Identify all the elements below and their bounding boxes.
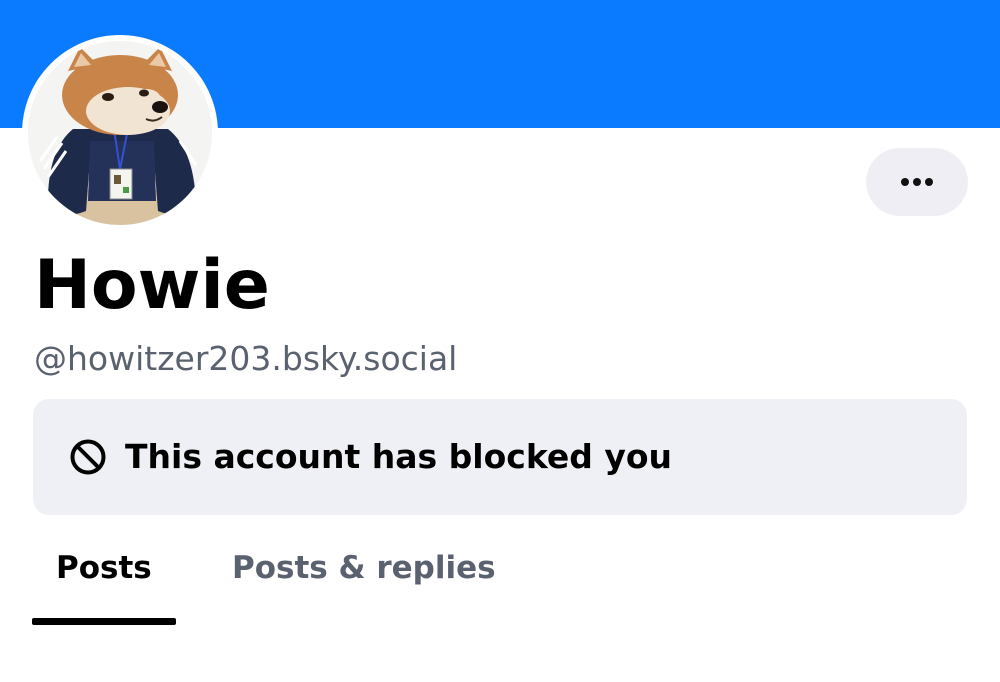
block-icon — [70, 439, 106, 475]
more-horizontal-icon — [901, 178, 933, 186]
selected-tab-indicator — [32, 618, 176, 625]
profile-page: Howie @howitzer203.bsky.social This acco… — [0, 0, 1000, 682]
profile-handle: @howitzer203.bsky.social — [34, 339, 458, 378]
tab-posts-and-replies[interactable]: Posts & replies — [232, 546, 496, 590]
blocked-notice: This account has blocked you — [33, 399, 967, 515]
display-name: Howie — [34, 246, 270, 325]
tab-posts[interactable]: Posts — [56, 546, 152, 590]
avatar-ring — [22, 35, 218, 231]
blocked-notice-text: This account has blocked you — [125, 437, 673, 476]
shiba-avatar-image — [28, 41, 212, 225]
more-options-button[interactable] — [866, 148, 968, 216]
avatar[interactable] — [28, 41, 212, 225]
